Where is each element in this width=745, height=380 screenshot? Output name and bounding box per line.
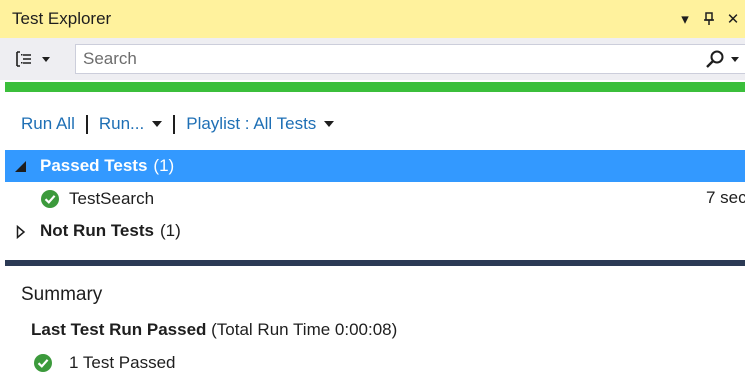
group-count: (1) [159, 221, 181, 240]
expand-icon[interactable] [16, 224, 26, 240]
test-name: TestSearch [69, 189, 155, 208]
playlist-label: Playlist : All Tests [186, 114, 317, 133]
group-by-icon [16, 51, 31, 67]
command-separator [85, 114, 88, 134]
last-run-status: Last Test Run Passed [31, 320, 207, 339]
group-by-button[interactable] [14, 47, 50, 71]
playlist-dropdown[interactable]: Playlist : All Tests [186, 114, 335, 134]
run-dropdown-icon [152, 121, 163, 127]
not-run-tests-group[interactable]: Not Run Tests (1) [5, 215, 745, 247]
group-count: (1) [153, 156, 175, 175]
passed-check-icon [34, 354, 52, 372]
summary-title: Summary [21, 284, 103, 305]
search-input[interactable] [76, 45, 676, 73]
close-icon[interactable]: ✕ [721, 7, 745, 31]
passed-tests-group[interactable]: Passed Tests (1) [5, 150, 745, 182]
search-box [75, 44, 745, 74]
run-all-link[interactable]: Run All [21, 114, 75, 134]
group-name: Passed Tests [40, 156, 148, 175]
test-explorer-window: Test Explorer ▾ ✕ Search Run All Run... … [0, 0, 745, 380]
summary-run-status: Last Test Run Passed (Total Run Time 0:0… [31, 320, 397, 340]
group-name: Not Run Tests [40, 221, 154, 240]
test-row[interactable]: TestSearch 7 sec [5, 183, 745, 215]
test-duration: 7 sec [706, 188, 745, 207]
title-bar: Test Explorer ▾ ✕ [0, 0, 745, 38]
search-icon[interactable] [704, 49, 726, 71]
search-options-dropdown-icon[interactable] [731, 57, 739, 62]
passed-count-text: 1 Test Passed [69, 353, 176, 372]
command-bar: Run All Run... Playlist : All Tests [21, 112, 335, 136]
total-run-time: (Total Run Time 0:00:08) [211, 320, 398, 339]
collapse-icon[interactable] [15, 160, 26, 172]
run-dropdown[interactable]: Run... [98, 114, 163, 134]
run-label: Run... [98, 114, 145, 133]
playlist-dropdown-icon [324, 121, 335, 127]
group-by-dropdown-icon[interactable] [42, 56, 50, 62]
panel-splitter[interactable] [5, 260, 745, 266]
summary-passed-count: 1 Test Passed [33, 352, 175, 374]
window-menu-icon[interactable]: ▾ [673, 7, 697, 31]
command-separator [173, 114, 176, 134]
progress-fill [5, 82, 745, 92]
test-run-progress-bar [5, 82, 745, 92]
passed-check-icon [41, 190, 59, 208]
window-controls: ▾ ✕ [673, 0, 745, 38]
window-title: Test Explorer [12, 9, 112, 28]
pin-icon[interactable] [697, 7, 721, 31]
